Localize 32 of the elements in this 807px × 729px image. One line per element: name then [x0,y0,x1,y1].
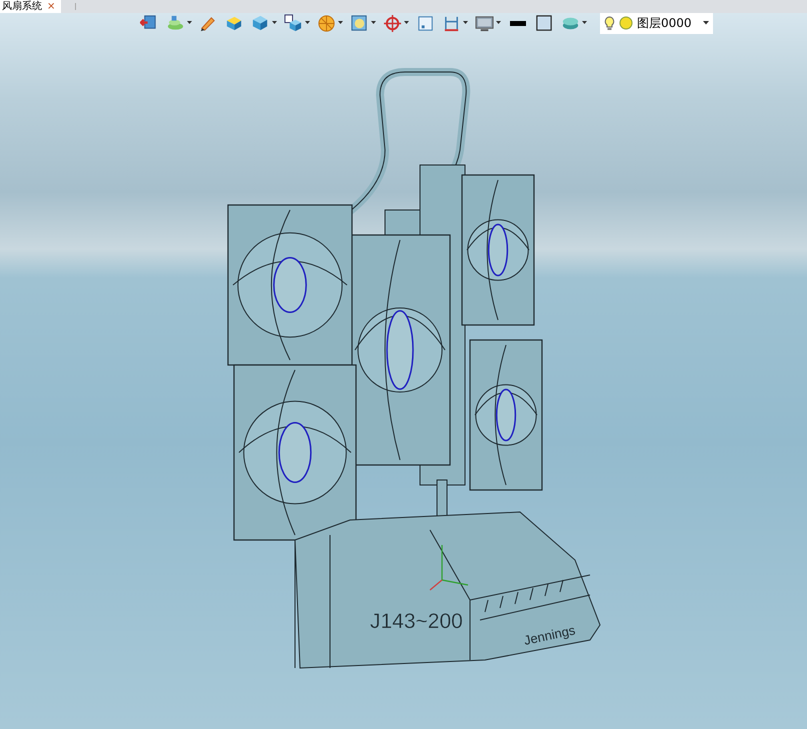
caret-icon [305,21,310,25]
line-weight-icon [510,20,526,26]
square-icon [535,14,554,32]
layer-name: 图层0000 [637,14,692,32]
caret-icon [463,21,468,25]
render-icon [350,14,369,32]
model-label: Jennings [522,622,577,648]
caret-icon [496,21,501,25]
cube-icon [251,14,270,32]
caret-icon [272,21,277,25]
caret-icon [187,21,192,25]
layer-dropdown[interactable]: 图层0000 [600,13,713,34]
caret-icon [404,21,409,25]
caret-icon [582,21,587,25]
caret-icon [371,21,376,25]
circle-icon [619,16,633,30]
caret-icon [703,21,709,25]
monitor-icon [475,14,494,32]
tab-title: 风扇系统 [2,0,42,13]
dropdown-tool-button[interactable] [350,13,376,33]
layers-icon [166,14,185,32]
document-tab[interactable]: 风扇系统 × [0,0,62,13]
model-label: J143~200 [370,610,463,633]
polyhedron-icon [317,14,336,32]
dropdown-tool-button[interactable] [284,13,310,33]
tool-button[interactable] [535,13,554,33]
window-icon [416,14,435,32]
close-tab-button[interactable]: × [47,0,56,12]
axis-triad-icon [430,544,469,590]
view-cube-icon [284,14,303,32]
caret-icon [338,21,343,25]
crosshair-icon [383,14,402,32]
